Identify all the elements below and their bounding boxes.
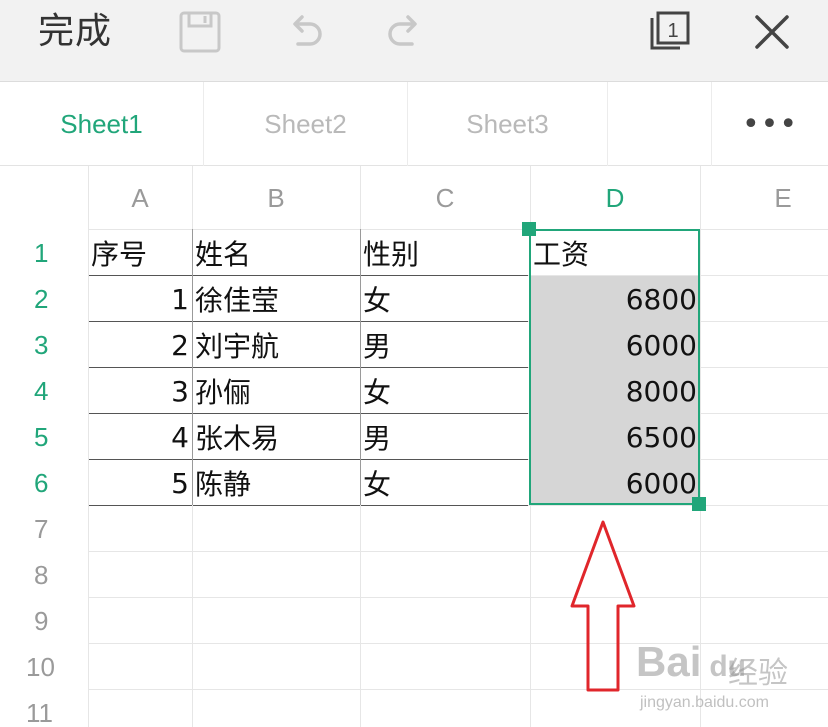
page-switch-icon[interactable]: 1	[648, 10, 692, 54]
done-button[interactable]: 完成	[38, 10, 112, 54]
cell-a2[interactable]: 1	[88, 276, 192, 322]
sheet-tabs: Sheet1 Sheet2 Sheet3 •••	[0, 82, 828, 166]
row-header-1[interactable]: 1	[0, 230, 88, 276]
tab-sheet3[interactable]: Sheet3	[408, 82, 608, 166]
cell-a4[interactable]: 3	[88, 368, 192, 414]
row-header-5[interactable]: 5	[0, 414, 88, 460]
row-header-7[interactable]: 7	[0, 506, 88, 552]
tab-empty-slot	[608, 82, 712, 166]
column-header-d[interactable]: D	[530, 166, 700, 230]
cell-c4[interactable]: 女	[360, 368, 530, 414]
cell-c1[interactable]: 性别	[360, 230, 530, 276]
row-header-3[interactable]: 3	[0, 322, 88, 368]
cell-b4[interactable]: 孙俪	[192, 368, 360, 414]
redo-icon[interactable]	[382, 10, 426, 54]
column-header-b[interactable]: B	[192, 166, 360, 230]
cell-b2[interactable]: 徐佳莹	[192, 276, 360, 322]
cell-a5[interactable]: 4	[88, 414, 192, 460]
cell-a6[interactable]: 5	[88, 460, 192, 506]
cell-a3[interactable]: 2	[88, 322, 192, 368]
cell-c3[interactable]: 男	[360, 322, 530, 368]
cell-b3[interactable]: 刘宇航	[192, 322, 360, 368]
more-tabs-button[interactable]: •••	[712, 82, 828, 166]
selection-border	[529, 229, 700, 505]
tab-sheet2[interactable]: Sheet2	[204, 82, 408, 166]
undo-icon[interactable]	[284, 10, 328, 54]
selection-handle-top-left[interactable]	[522, 222, 536, 236]
row-header-9[interactable]: 9	[0, 598, 88, 644]
watermark-url: jingyan.baidu.com	[640, 694, 769, 711]
cell-c2[interactable]: 女	[360, 276, 530, 322]
selection-handle-bottom-right[interactable]	[692, 497, 706, 511]
baidu-watermark: Bai du 经验 jingyan.baidu.com	[636, 632, 826, 724]
cell-a1[interactable]: 序号	[88, 230, 192, 276]
annotation-arrow-up-icon	[570, 520, 636, 692]
cell-b6[interactable]: 陈静	[192, 460, 360, 506]
row-header-2[interactable]: 2	[0, 276, 88, 322]
page-switch-count: 1	[667, 20, 678, 42]
cell-c6[interactable]: 女	[360, 460, 530, 506]
row-header-10[interactable]: 10	[0, 644, 88, 690]
row-header-6[interactable]: 6	[0, 460, 88, 506]
column-header-c[interactable]: C	[360, 166, 530, 230]
column-header-e[interactable]: E	[700, 166, 828, 230]
cell-c5[interactable]: 男	[360, 414, 530, 460]
cell-b1[interactable]: 姓名	[192, 230, 360, 276]
cell-b5[interactable]: 张木易	[192, 414, 360, 460]
watermark-cn-text: 经验	[728, 656, 788, 691]
toolbar: 完成 1	[0, 0, 828, 82]
row-header-4[interactable]: 4	[0, 368, 88, 414]
column-header-a[interactable]: A	[88, 166, 192, 230]
close-icon[interactable]	[750, 10, 794, 54]
row-header-8[interactable]: 8	[0, 552, 88, 598]
row-header-11[interactable]: 11	[0, 690, 88, 727]
tab-sheet1[interactable]: Sheet1	[0, 82, 204, 166]
save-icon[interactable]	[178, 10, 222, 54]
